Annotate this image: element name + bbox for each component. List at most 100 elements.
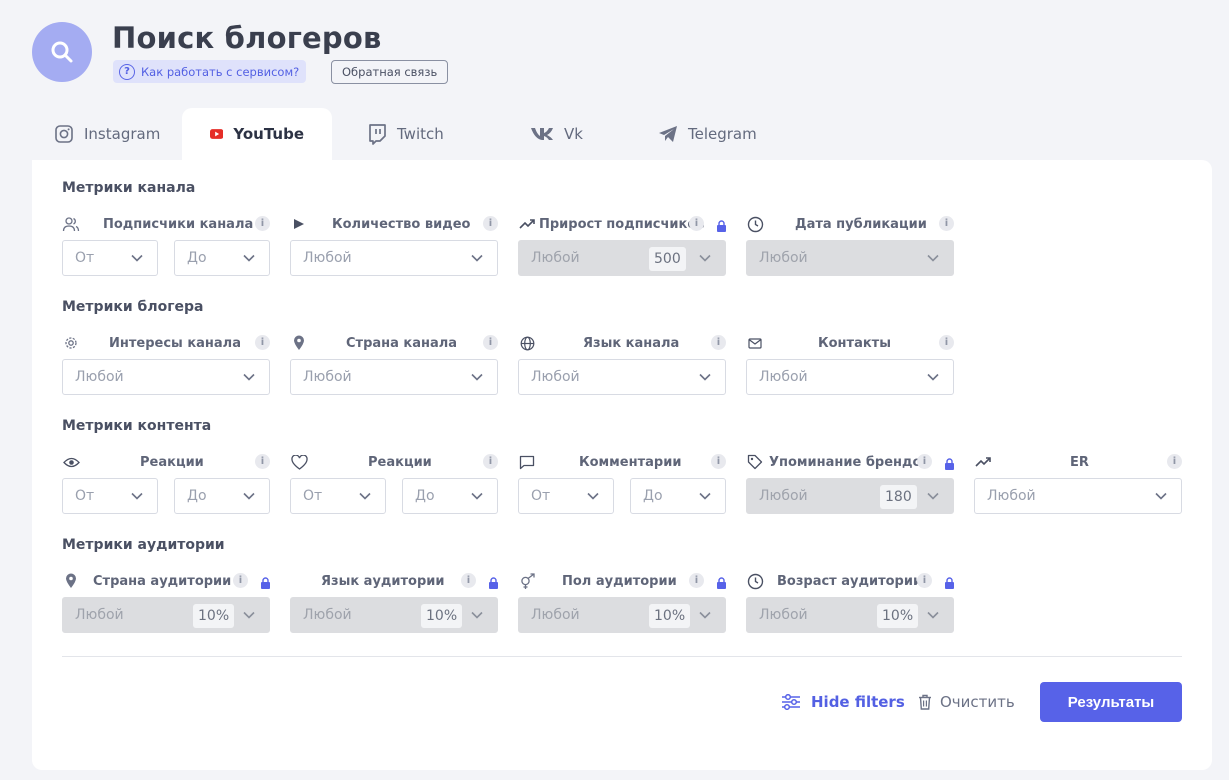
label-audience-gender: Пол аудитории i: [518, 571, 704, 591]
map-pin-icon: [62, 572, 80, 590]
search-avatar: [32, 22, 92, 82]
chevron-down-icon: [587, 492, 599, 500]
chevron-down-icon: [131, 492, 143, 500]
lock-icon: [489, 577, 498, 589]
subscriber-growth-select: Любой 500: [518, 240, 726, 276]
help-link-label: Как работать с сервисом?: [141, 64, 300, 79]
info-icon[interactable]: i: [233, 573, 248, 588]
chevron-down-icon: [927, 373, 939, 381]
comment-icon: [518, 453, 536, 471]
info-icon[interactable]: i: [483, 335, 498, 350]
results-button[interactable]: Результаты: [1040, 682, 1182, 722]
trend-up-icon: [518, 215, 536, 233]
heart-icon: [290, 453, 308, 471]
info-icon[interactable]: i: [711, 454, 726, 469]
tab-label: YouTube: [233, 125, 304, 143]
search-icon: [51, 41, 73, 63]
label-er: ER i: [974, 452, 1182, 472]
contacts-select[interactable]: Любой: [746, 359, 954, 395]
chevron-down-icon: [927, 492, 939, 500]
info-icon[interactable]: i: [917, 573, 932, 588]
percent-pill: 10%: [877, 604, 919, 628]
clock-icon: [746, 215, 764, 233]
label-contacts: Контакты i: [746, 333, 954, 353]
channel-country-select[interactable]: Любой: [290, 359, 498, 395]
reactions-to-select[interactable]: До: [402, 478, 498, 514]
info-icon[interactable]: i: [939, 216, 954, 231]
telegram-icon: [659, 126, 677, 142]
tab-twitch[interactable]: Twitch: [367, 108, 444, 160]
label-brand-mentions: Упоминание брендов i: [746, 452, 932, 472]
chevron-down-icon: [699, 373, 711, 381]
audience-age-select: Любой 10%: [746, 597, 954, 633]
info-icon[interactable]: i: [483, 454, 498, 469]
lock-icon: [261, 577, 270, 589]
tab-instagram[interactable]: Instagram: [54, 108, 160, 160]
audience-gender-select: Любой 10%: [518, 597, 726, 633]
views-from-select[interactable]: От: [62, 478, 158, 514]
label-channel-country: Страна канала i: [290, 333, 498, 353]
chevron-down-icon: [243, 611, 255, 619]
brands-value-pill: 180: [880, 485, 917, 509]
info-icon[interactable]: i: [1167, 454, 1182, 469]
chevron-down-icon: [131, 254, 143, 262]
feedback-button[interactable]: Обратная связь: [331, 60, 449, 84]
label-subscriber-growth: Прирост подписчиков i: [518, 214, 705, 234]
info-icon[interactable]: i: [255, 454, 270, 469]
label-interests: Интересы канала i: [62, 333, 270, 353]
info-icon[interactable]: i: [255, 335, 270, 350]
comments-from-select[interactable]: От: [518, 478, 614, 514]
percent-pill: 10%: [649, 604, 691, 628]
tab-label: Instagram: [84, 125, 161, 143]
hide-filters-button[interactable]: Hide filters: [781, 690, 905, 714]
eye-icon: [62, 453, 80, 471]
video-count-select[interactable]: Любой: [290, 240, 498, 276]
label-video-count: Количество видео i: [290, 214, 498, 234]
info-icon[interactable]: i: [689, 216, 704, 231]
tab-telegram[interactable]: Telegram: [658, 108, 757, 160]
chevron-down-icon: [471, 611, 483, 619]
trash-icon: [919, 694, 931, 710]
mail-icon: [746, 334, 764, 352]
section-audience-metrics: Метрики аудитории: [62, 537, 225, 553]
chevron-down-icon: [471, 492, 483, 500]
label-audience-country: Страна аудитории i: [62, 571, 248, 591]
subscribers-to-select[interactable]: До: [174, 240, 270, 276]
label-audience-age: Возраст аудитории i: [746, 571, 932, 591]
info-icon[interactable]: i: [939, 335, 954, 350]
chevron-down-icon: [699, 254, 711, 262]
info-icon[interactable]: i: [917, 454, 932, 469]
percent-pill: 10%: [421, 604, 463, 628]
er-select[interactable]: Любой: [974, 478, 1182, 514]
trend-up-icon: [974, 453, 992, 471]
tab-vk[interactable]: Vk: [530, 108, 583, 160]
clear-button[interactable]: Очистить: [918, 690, 1015, 714]
subscribers-from-select[interactable]: От: [62, 240, 158, 276]
lock-icon: [717, 577, 726, 589]
globe-icon: [518, 334, 536, 352]
divider: [62, 656, 1182, 657]
tab-youtube[interactable]: YouTube: [182, 108, 332, 160]
brand-mentions-select: Любой 180: [746, 478, 954, 514]
info-icon[interactable]: i: [461, 573, 476, 588]
gender-icon: [518, 572, 536, 590]
reactions-from-select[interactable]: От: [290, 478, 386, 514]
clear-label: Очистить: [940, 693, 1015, 711]
info-icon[interactable]: i: [711, 335, 726, 350]
help-link[interactable]: ? Как работать с сервисом?: [113, 60, 307, 83]
chevron-down-icon: [243, 492, 255, 500]
publish-date-select: Любой: [746, 240, 954, 276]
label-views: Реакции i: [62, 452, 270, 472]
page-title: Поиск блогеров: [112, 21, 382, 55]
views-to-select[interactable]: До: [174, 478, 270, 514]
comments-to-select[interactable]: До: [630, 478, 726, 514]
info-icon[interactable]: i: [483, 216, 498, 231]
chevron-down-icon: [1155, 492, 1167, 500]
info-icon[interactable]: i: [255, 216, 270, 231]
interests-select[interactable]: Любой: [62, 359, 270, 395]
channel-language-select[interactable]: Любой: [518, 359, 726, 395]
clock-icon: [746, 572, 764, 590]
label-subscribers: Подписчики канала i: [62, 214, 270, 234]
info-icon[interactable]: i: [689, 573, 704, 588]
chevron-down-icon: [243, 373, 255, 381]
